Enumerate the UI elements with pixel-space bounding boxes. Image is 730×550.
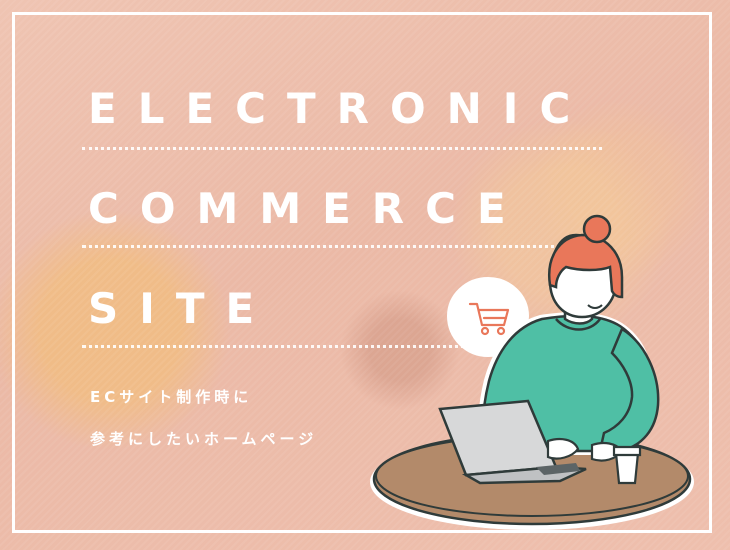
hero-banner: ELECTRONIC COMMERCE SITE ECサイト制作時に 参考にした…	[0, 0, 730, 550]
subtitle-line-2: 参考にしたいホームページ	[90, 430, 318, 448]
subtitle-line-1: ECサイト制作時に	[90, 388, 253, 406]
title-line-1: ELECTRONIC	[88, 84, 592, 133]
dotted-divider-1	[82, 147, 602, 150]
woman-laptop-illustration	[370, 214, 694, 530]
title-line-3: SITE	[88, 284, 276, 333]
